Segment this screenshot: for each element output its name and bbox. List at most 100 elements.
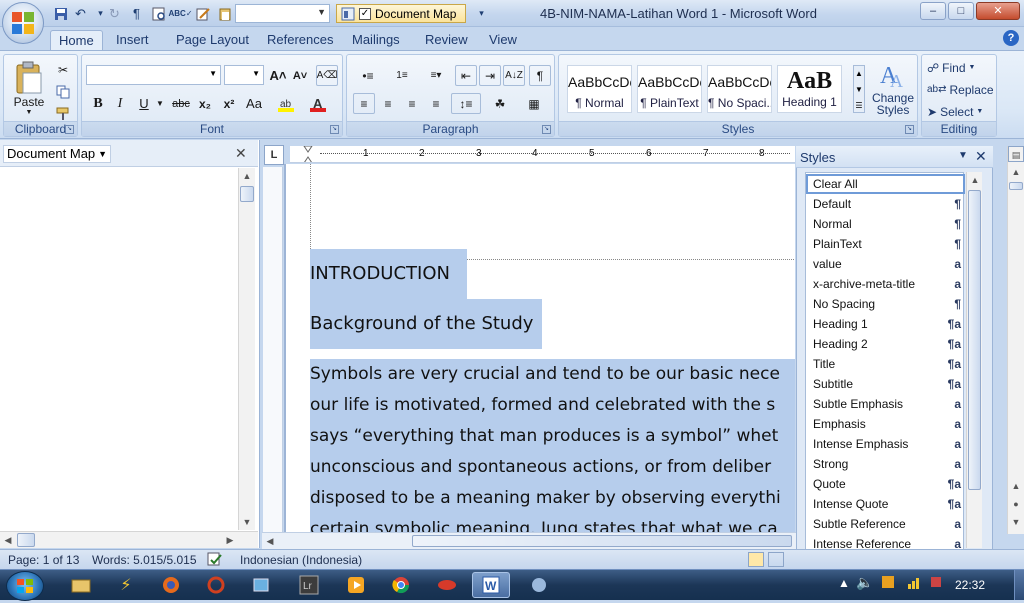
undo-icon[interactable]: ↶: [72, 5, 89, 22]
page-count[interactable]: Page: 1 of 13: [8, 553, 79, 567]
document-map-vscrollbar[interactable]: ▲ ▼: [238, 168, 255, 530]
proofing-status-icon[interactable]: [206, 552, 224, 569]
heading-introduction[interactable]: INTRODUCTION: [310, 249, 467, 299]
style-item[interactable]: Subtle Emphasis a: [806, 394, 965, 414]
styles-gallery-scroll[interactable]: ▲ ▼ ☰: [853, 65, 865, 113]
align-center-button[interactable]: ≡: [377, 93, 399, 114]
qat-font-box[interactable]: ▼: [235, 4, 330, 23]
firefox-taskbar-icon[interactable]: [152, 572, 190, 598]
full-screen-reading-icon[interactable]: [768, 552, 784, 567]
text-highlight-button[interactable]: ab: [275, 93, 301, 114]
decrease-indent-button[interactable]: ⇤: [455, 65, 477, 86]
justify-button[interactable]: ≡: [425, 93, 447, 114]
view-ruler-icon[interactable]: ▤: [1008, 146, 1024, 162]
security-icon[interactable]: [928, 574, 944, 593]
office-button[interactable]: [2, 2, 44, 44]
body-text-line[interactable]: Symbols are very crucial and tend to be …: [310, 359, 795, 390]
styles-list[interactable]: Clear All Default ¶ Normal ¶ PlainText ¶ va…: [805, 172, 965, 551]
tab-view[interactable]: View: [481, 30, 525, 51]
select-button[interactable]: ➤ Select ▼: [926, 101, 994, 122]
show-hide-marks-button[interactable]: ¶: [529, 65, 551, 86]
select-browse-object-icon[interactable]: ●: [1008, 496, 1024, 512]
scroll-down-arrow-icon[interactable]: ▼: [239, 514, 255, 530]
font-color-button[interactable]: A: [307, 93, 333, 114]
replace-button[interactable]: ab⇄ Replace: [926, 79, 994, 100]
scroll-up-arrow-icon[interactable]: ▲: [967, 172, 983, 188]
show-paragraph-marks-icon[interactable]: ¶: [128, 5, 145, 22]
scroll-right-arrow-icon[interactable]: ▶: [222, 532, 238, 548]
paragraph-dialog-launcher[interactable]: ↘: [542, 125, 551, 134]
close-window-button[interactable]: ✕: [976, 2, 1020, 20]
align-left-button[interactable]: ≡: [353, 93, 375, 114]
style-tile-heading-1[interactable]: AaB Heading 1: [777, 65, 842, 113]
tray-app-icon[interactable]: [880, 574, 896, 593]
underline-button[interactable]: U: [134, 93, 154, 114]
redo-icon[interactable]: ↻: [106, 5, 123, 22]
document-map-view-select[interactable]: Document Map ▼: [3, 145, 111, 163]
clipboard-dialog-launcher[interactable]: ↘: [65, 125, 74, 134]
customize-qat-icon[interactable]: ▾: [473, 5, 490, 22]
app-taskbar-icon[interactable]: [197, 572, 235, 598]
minimize-button[interactable]: –: [920, 2, 946, 20]
language-status[interactable]: Indonesian (Indonesia): [240, 553, 362, 567]
find-button[interactable]: ☍ Find ▼: [926, 57, 994, 78]
font-size-box[interactable]: ▼: [224, 65, 264, 85]
edit-icon[interactable]: [194, 5, 211, 22]
scroll-thumb[interactable]: [968, 190, 981, 490]
vertical-ruler[interactable]: [263, 167, 283, 532]
document-vscrollbar[interactable]: ▤ ▲ ▲ ● ▼: [1007, 146, 1024, 534]
document-map-close-button[interactable]: ✕: [235, 145, 247, 162]
cut-button[interactable]: ✂: [52, 59, 74, 80]
scroll-left-arrow-icon[interactable]: ◀: [0, 532, 16, 548]
underline-dropdown[interactable]: ▼: [154, 93, 166, 114]
increase-indent-button[interactable]: ⇥: [479, 65, 501, 86]
align-right-button[interactable]: ≡: [401, 93, 423, 114]
font-name-box[interactable]: ▼: [86, 65, 221, 85]
style-item[interactable]: Normal ¶: [806, 214, 965, 234]
word-taskbar-icon[interactable]: W: [472, 572, 510, 598]
document-map-checkbox[interactable]: ✓: [359, 7, 371, 20]
previous-page-icon[interactable]: ▲: [1008, 478, 1024, 494]
help-icon[interactable]: ?: [1003, 30, 1019, 46]
style-item[interactable]: Strong a: [806, 454, 965, 474]
word-count[interactable]: Words: 5.015/5.015: [92, 553, 197, 567]
show-hidden-icons[interactable]: ▲: [838, 576, 850, 590]
spelling-check-icon[interactable]: ABC✓: [168, 5, 192, 22]
numbering-button[interactable]: 1≡: [387, 65, 417, 86]
borders-button[interactable]: ▦: [519, 93, 549, 114]
app-taskbar-icon[interactable]: [520, 572, 558, 598]
style-tile-normal[interactable]: AaBbCcDc ¶ Normal: [567, 65, 632, 113]
copy-button[interactable]: [52, 81, 74, 102]
chrome-taskbar-icon[interactable]: [382, 572, 420, 598]
sort-button[interactable]: A↓Z: [503, 65, 525, 86]
horizontal-ruler[interactable]: 1 2 3 4 5 6 7 8: [290, 146, 795, 163]
style-item[interactable]: x-archive-meta-title a: [806, 274, 965, 294]
style-tile-no-spacing[interactable]: AaBbCcDc ¶ No Spaci...: [707, 65, 772, 113]
app-taskbar-icon[interactable]: [242, 572, 280, 598]
styles-dialog-launcher[interactable]: ↘: [905, 125, 914, 134]
scroll-thumb[interactable]: [412, 535, 792, 547]
italic-button[interactable]: I: [110, 93, 130, 114]
explorer-taskbar-icon[interactable]: [62, 572, 100, 598]
style-item[interactable]: Heading 1 ¶a: [806, 314, 965, 334]
shrink-font-button[interactable]: A˅: [290, 65, 310, 86]
start-button[interactable]: [6, 571, 44, 601]
font-dialog-launcher[interactable]: ↘: [330, 125, 339, 134]
maximize-button[interactable]: □: [948, 2, 974, 20]
print-layout-view-icon[interactable]: [748, 552, 764, 567]
document-map-pane[interactable]: [0, 140, 260, 548]
scroll-left-arrow-icon[interactable]: ◀: [262, 533, 278, 549]
app-taskbar-icon[interactable]: ⚡: [107, 572, 145, 598]
grow-font-button[interactable]: A˄: [268, 65, 288, 86]
scroll-up-arrow-icon[interactable]: ▲: [1008, 164, 1024, 180]
document-area[interactable]: INTRODUCTION Background of the Study Sym…: [284, 164, 795, 532]
print-preview-icon[interactable]: [150, 5, 167, 22]
tab-home[interactable]: Home: [50, 30, 103, 52]
styles-pane-menu-icon[interactable]: ▼: [958, 150, 968, 161]
bullets-button[interactable]: •≡: [353, 65, 383, 86]
body-text-line[interactable]: says “everything that man produces is a …: [310, 421, 795, 452]
tab-page-layout[interactable]: Page Layout: [168, 30, 257, 51]
tab-insert[interactable]: Insert: [108, 30, 157, 51]
scroll-thumb[interactable]: [240, 186, 254, 202]
heading-background[interactable]: Background of the Study: [310, 299, 542, 349]
